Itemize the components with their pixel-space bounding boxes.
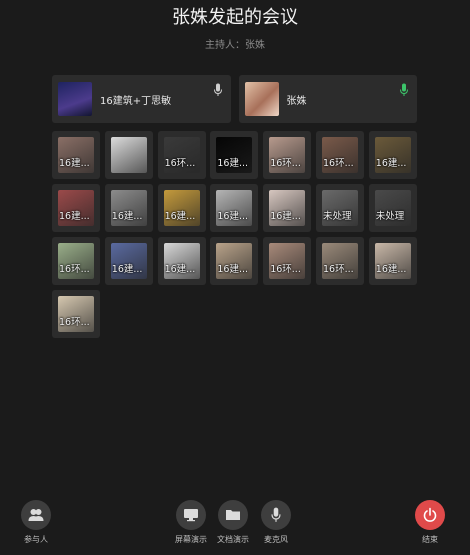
meeting-header: 张姝发起的会议 主持人：张姝 [0,6,470,51]
participant-name: 16环... [59,264,90,275]
participant-tile[interactable]: 16环... [157,131,206,179]
screen-share-label: 屏幕演示 [175,535,207,544]
participant-tile[interactable]: 16建... [52,131,100,179]
participant-tile[interactable]: 未处理 [315,184,364,232]
participant-tile[interactable]: 16建... [263,184,312,232]
participant-name: 16环... [322,158,354,169]
participant-name: 16环... [270,158,301,169]
participant-tile[interactable]: 16建... [210,237,259,285]
meeting-host: 主持人：张姝 [205,40,265,51]
participant-name: 16建... [217,211,249,222]
host-card-name: 张姝 [286,95,307,107]
meeting-title: 张姝发起的会议 [172,7,298,28]
people-icon [21,500,51,530]
participant-tile[interactable]: 16环... [263,237,312,285]
participant-tile[interactable]: 16环... [315,237,364,285]
participant-name: 未处理 [322,211,352,222]
participant-tile[interactable]: 16环... [315,131,364,179]
participant-tile[interactable]: 16建... [210,131,259,179]
participant-name: 16环... [270,264,301,275]
participant-name: 16建... [217,158,249,169]
mic-icon [213,83,222,96]
avatar [58,82,92,116]
host-card[interactable]: 张姝 [238,75,417,123]
microphone-label: 麦克风 [264,535,288,544]
screen-icon [176,500,206,530]
participant-tile[interactable]: 16环... [263,131,312,179]
host-card[interactable]: 16建筑+丁思敏 [52,75,231,123]
participant-name: 16建... [375,158,407,169]
mic-icon [261,500,291,530]
participant-name: 未处理 [375,211,405,222]
participant-name: 16环... [59,317,90,328]
participant-tile[interactable] [104,131,153,179]
participant-tile[interactable]: 16建... [157,237,206,285]
participant-grid: 16建... 16环... 16建... 16环... 16环... 16建... 16建.… [52,131,417,338]
folder-icon [218,500,248,530]
end-meeting-button[interactable]: 结束 [415,500,445,545]
participant-name: 16建... [59,211,90,222]
participant-tile[interactable]: 16建... [157,184,206,232]
participant-name: 16建... [164,264,196,275]
doc-share-label: 文档演示 [217,535,249,544]
participant-name: 16建... [375,264,407,275]
host-card-name: 16建筑+丁思敏 [100,95,172,107]
microphone-button[interactable]: 麦克风 [261,500,291,545]
mic-active-icon [400,83,408,96]
participant-name: 16建... [164,211,196,222]
participant-tile[interactable]: 16建... [210,184,259,232]
doc-share-button[interactable]: 文档演示 [217,500,249,545]
participant-tile[interactable]: 16环... [52,290,100,338]
participant-name: 16建... [217,264,249,275]
participant-name: 16建... [111,211,143,222]
participant-name: 16建... [270,211,301,222]
power-icon [415,500,445,530]
participant-tile[interactable]: 16建... [52,184,100,232]
participant-tile[interactable]: 16建... [104,237,153,285]
screen-share-button[interactable]: 屏幕演示 [175,500,207,545]
participant-name: 16环... [322,264,354,275]
participants-label: 参与人 [24,535,48,544]
participant-name: 16建... [59,158,90,169]
participant-name: 16建... [111,264,143,275]
end-meeting-label: 结束 [422,535,438,544]
participant-tile[interactable]: 16环... [52,237,100,285]
participant-tile[interactable]: 16建... [368,237,417,285]
avatar [244,82,279,116]
participant-tile[interactable]: 16建... [368,131,417,179]
participant-name: 16环... [164,158,196,169]
participant-tile[interactable]: 16建... [104,184,153,232]
participants-button[interactable]: 参与人 [21,500,51,545]
host-cards: 16建筑+丁思敏 张姝 [52,75,417,123]
avatar [110,137,147,173]
participant-tile[interactable]: 未处理 [368,184,417,232]
